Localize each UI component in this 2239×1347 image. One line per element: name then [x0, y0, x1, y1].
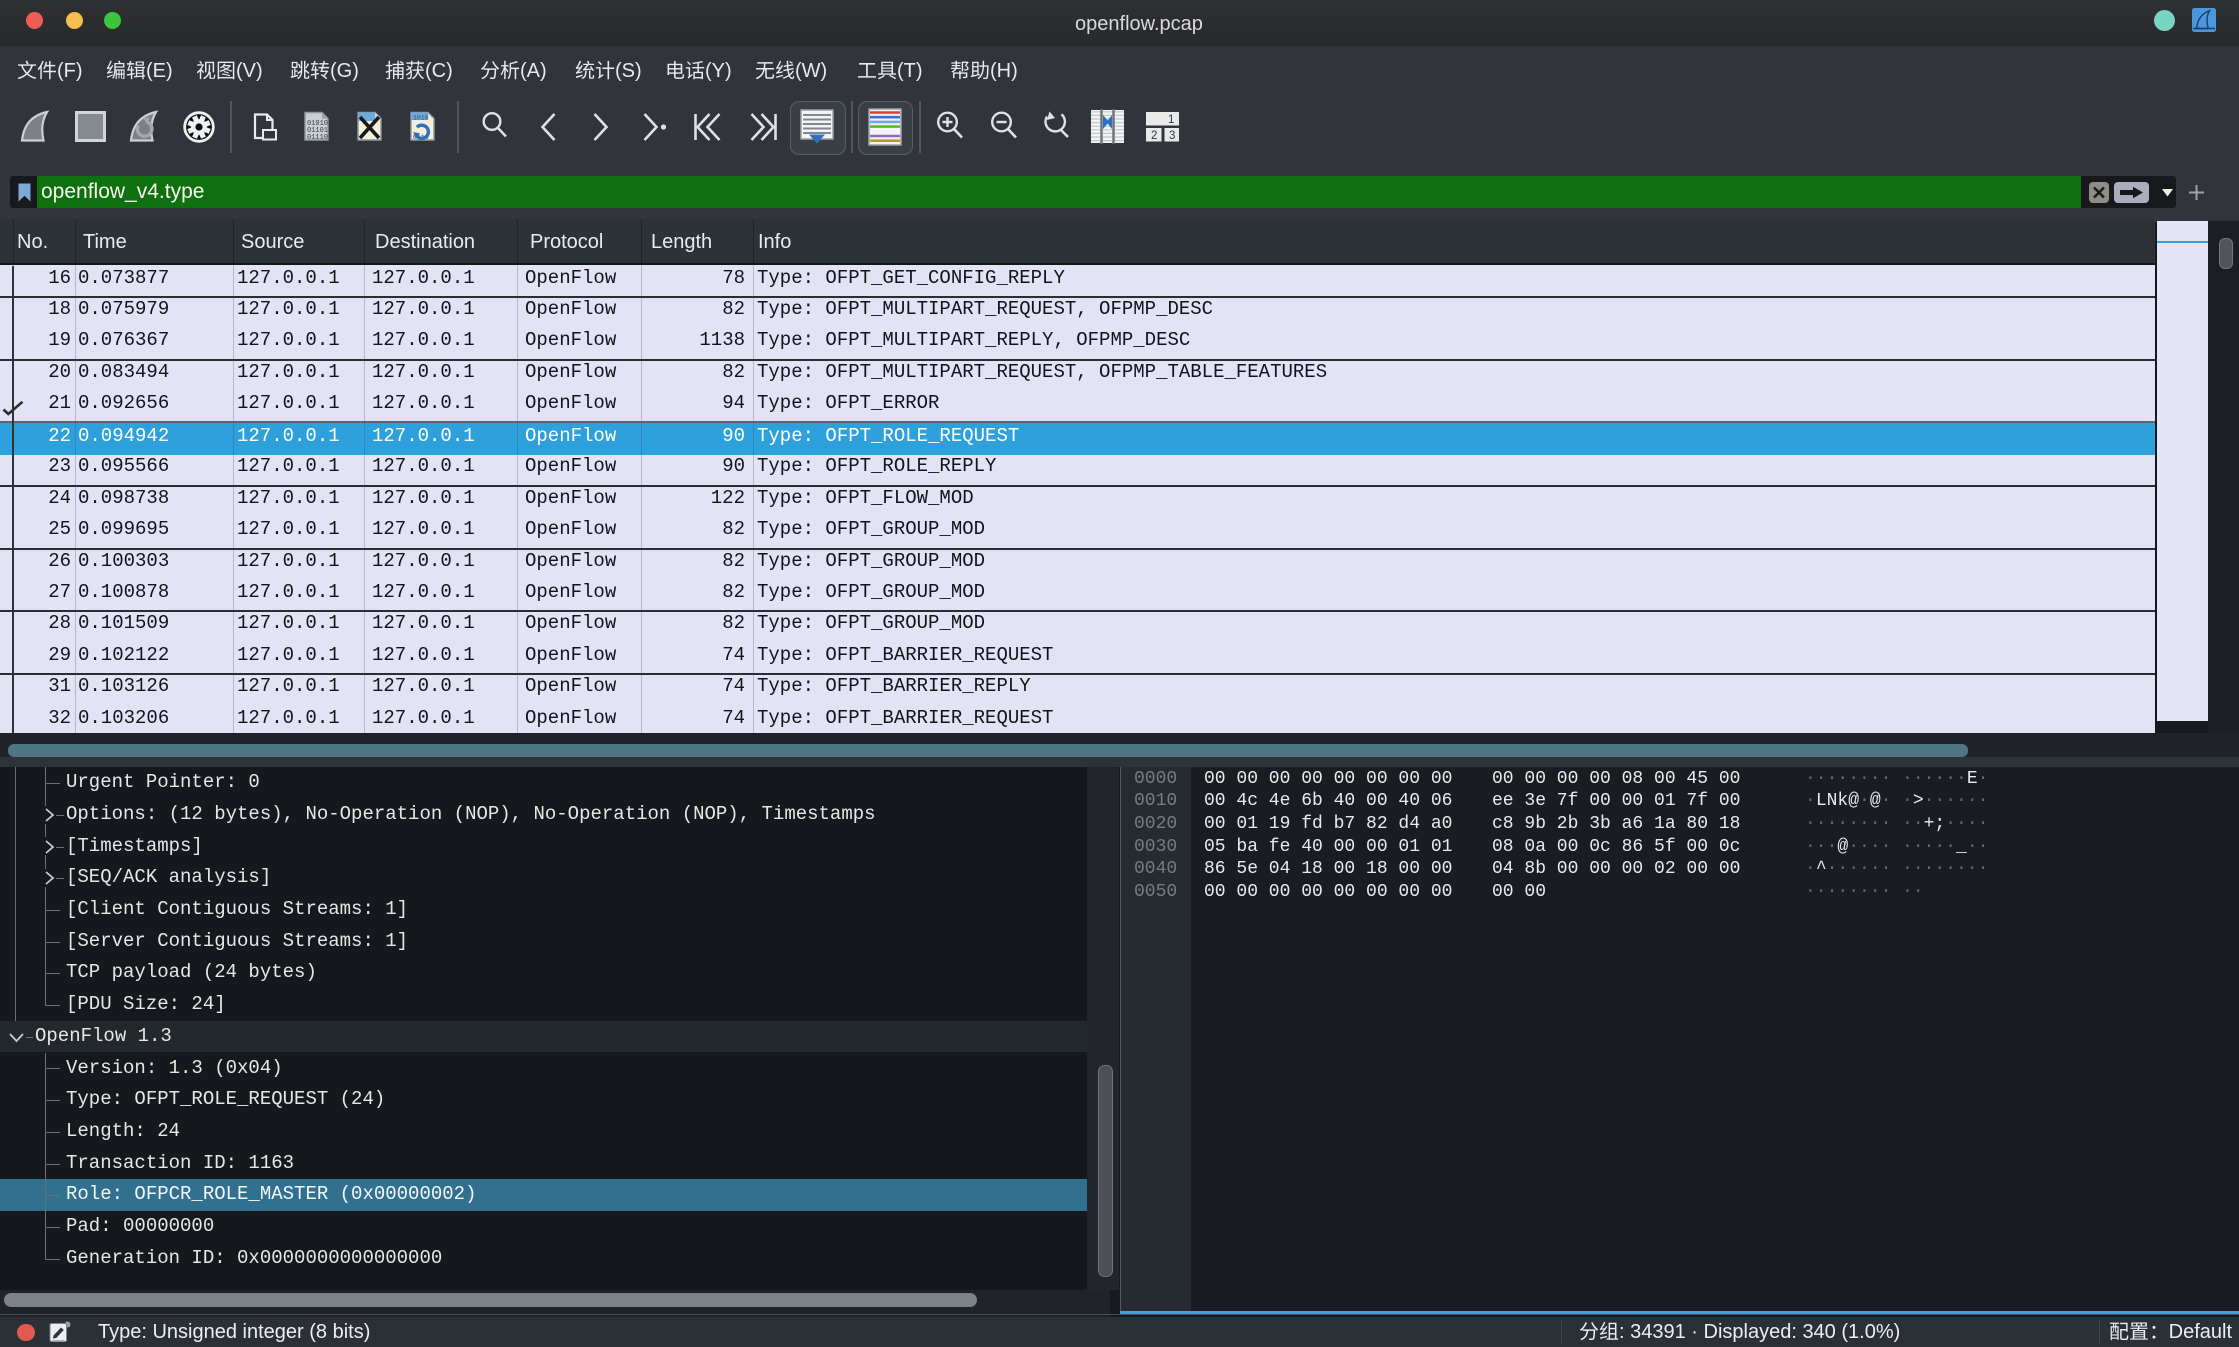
svg-text:1010: 1010 [413, 115, 429, 122]
svg-text:1: 1 [1168, 114, 1174, 126]
svg-text:01110: 01110 [307, 134, 328, 142]
svg-text:2: 2 [1151, 130, 1157, 142]
svg-text:3: 3 [1169, 130, 1175, 142]
